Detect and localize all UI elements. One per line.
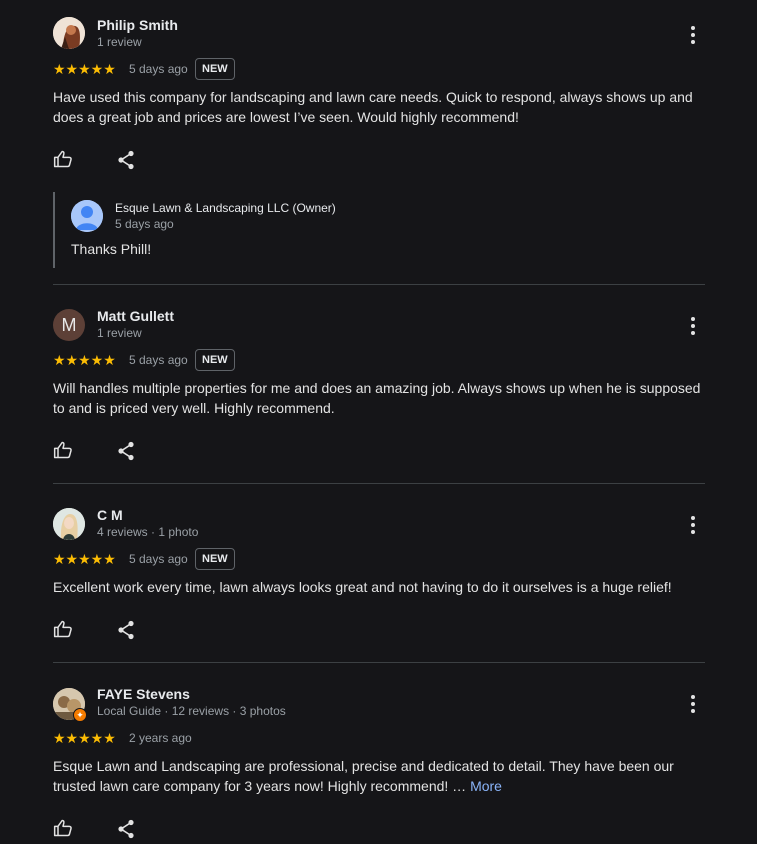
more-vert-dot (691, 324, 695, 328)
review-text: Will handles multiple properties for me … (53, 380, 701, 416)
share-button[interactable] (117, 441, 137, 463)
reviewer-avatar[interactable]: ✦ (53, 688, 87, 722)
review-date: 5 days ago (129, 353, 188, 367)
review-text: Have used this company for landscaping a… (53, 89, 693, 125)
thumbs-up-icon (53, 819, 72, 837)
more-vert-dot (691, 702, 695, 706)
more-options-button[interactable] (684, 693, 702, 715)
more-vert-icon (691, 26, 695, 30)
more-link[interactable]: More (470, 778, 502, 794)
share-button[interactable] (117, 150, 137, 172)
divider (53, 662, 705, 663)
share-icon (118, 150, 134, 170)
reviewer-meta: 1 review (97, 35, 142, 49)
thumbs-up-icon (53, 150, 72, 168)
like-button[interactable] (53, 619, 75, 641)
reviewer-meta: Local Guide · 12 reviews · 3 photos (97, 704, 286, 718)
like-button[interactable] (53, 149, 75, 171)
more-vert-dot (691, 530, 695, 534)
share-icon (118, 441, 134, 461)
owner-avatar (71, 200, 103, 232)
new-badge: NEW (195, 349, 235, 371)
avatar-photo-icon (53, 17, 85, 49)
star-rating: ★★★★★ (53, 730, 116, 746)
more-options-button[interactable] (684, 315, 702, 337)
divider (53, 284, 705, 285)
reviewer-meta: 1 review (97, 326, 142, 340)
owner-name: Esque Lawn & Landscaping LLC (Owner) (115, 201, 336, 215)
like-button[interactable] (53, 818, 75, 840)
more-options-button[interactable] (684, 514, 702, 536)
reviewer-meta: 4 reviews · 1 photo (97, 525, 199, 539)
star-rating: ★★★★★ (53, 352, 116, 368)
review-text-container: Esque Lawn and Landscaping are professio… (53, 756, 705, 796)
more-vert-dot (691, 331, 695, 335)
review-text: Excellent work every time, lawn always l… (53, 579, 672, 595)
share-icon (118, 819, 134, 839)
reviewer-avatar[interactable] (53, 508, 85, 540)
avatar-photo-icon (53, 508, 85, 540)
new-badge: NEW (195, 548, 235, 570)
like-button[interactable] (53, 440, 75, 462)
more-options-button[interactable] (684, 24, 702, 46)
new-badge: NEW (195, 58, 235, 80)
local-guide-badge-icon: ✦ (73, 708, 87, 722)
owner-reply-bar (53, 192, 55, 268)
thumbs-up-icon (53, 441, 72, 459)
review-text: Esque Lawn and Landscaping are professio… (53, 758, 674, 794)
more-vert-dot (691, 40, 695, 44)
thumbs-up-icon (53, 620, 72, 638)
review-date: 5 days ago (129, 62, 188, 76)
owner-reply-text: Thanks Phill! (71, 241, 152, 257)
reviewer-name[interactable]: FAYE Stevens (97, 686, 190, 702)
more-vert-icon (691, 317, 695, 321)
more-vert-dot (691, 523, 695, 527)
share-button[interactable] (117, 819, 137, 841)
star-rating: ★★★★★ (53, 61, 116, 77)
share-button[interactable] (117, 620, 137, 642)
reviewer-avatar[interactable] (53, 17, 85, 49)
default-avatar-icon (71, 200, 103, 232)
reviewer-name[interactable]: Philip Smith (97, 17, 178, 33)
more-vert-dot (691, 709, 695, 713)
reviewer-name[interactable]: Matt Gullett (97, 308, 174, 324)
divider (53, 483, 705, 484)
owner-reply-date: 5 days ago (115, 217, 174, 231)
review-date: 2 years ago (129, 731, 192, 745)
reviewer-name[interactable]: C M (97, 507, 123, 523)
more-vert-icon (691, 695, 695, 699)
more-vert-icon (691, 516, 695, 520)
reviewer-avatar[interactable]: M (53, 309, 85, 341)
star-rating: ★★★★★ (53, 551, 116, 567)
review-date: 5 days ago (129, 552, 188, 566)
more-vert-dot (691, 33, 695, 37)
share-icon (118, 620, 134, 640)
